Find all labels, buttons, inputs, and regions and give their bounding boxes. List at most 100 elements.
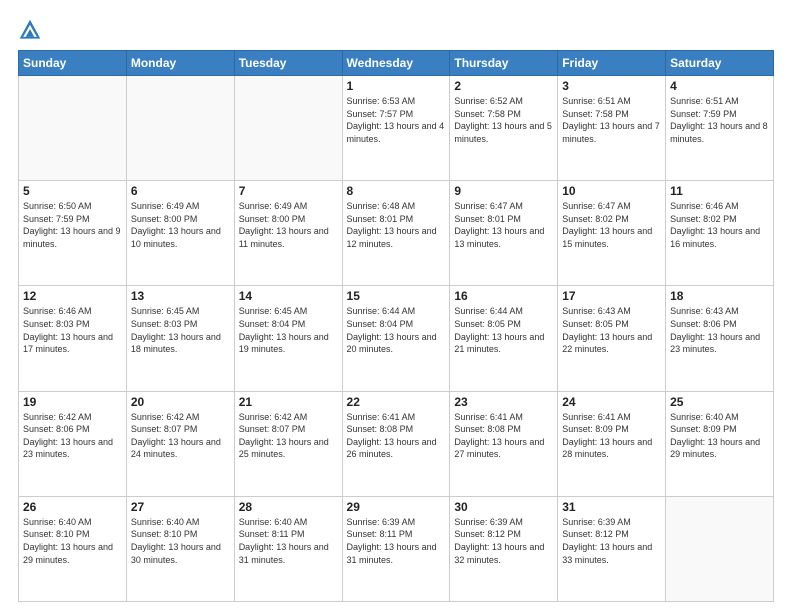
weekday-header-sunday: Sunday bbox=[19, 51, 127, 76]
day-info: Sunrise: 6:48 AMSunset: 8:01 PMDaylight:… bbox=[347, 200, 446, 250]
day-number: 28 bbox=[239, 500, 338, 514]
header bbox=[18, 18, 774, 42]
day-number: 10 bbox=[562, 184, 661, 198]
day-number: 24 bbox=[562, 395, 661, 409]
weekday-header-tuesday: Tuesday bbox=[234, 51, 342, 76]
day-number: 31 bbox=[562, 500, 661, 514]
day-cell-6: 6 Sunrise: 6:49 AMSunset: 8:00 PMDaylight… bbox=[126, 181, 234, 286]
day-number: 16 bbox=[454, 289, 553, 303]
day-cell-5: 5 Sunrise: 6:50 AMSunset: 7:59 PMDaylight… bbox=[19, 181, 127, 286]
day-number: 20 bbox=[131, 395, 230, 409]
day-number: 18 bbox=[670, 289, 769, 303]
day-number: 3 bbox=[562, 79, 661, 93]
day-cell-7: 7Sunrise: 6:49 AMSunset: 8:00 PMDaylight… bbox=[234, 181, 342, 286]
day-cell-8: 8 Sunrise: 6:48 AMSunset: 8:01 PMDaylight… bbox=[342, 181, 450, 286]
day-number: 27 bbox=[131, 500, 230, 514]
day-info: Sunrise: 6:43 AMSunset: 8:05 PMDaylight:… bbox=[562, 305, 661, 355]
empty-cell bbox=[234, 76, 342, 181]
day-info: Sunrise: 6:41 AMSunset: 8:08 PMDaylight:… bbox=[454, 411, 553, 461]
week-row-5: 26 Sunrise: 6:40 AMSunset: 8:10 PMDayligh… bbox=[19, 496, 774, 601]
day-cell-27: 27 Sunrise: 6:40 AMSunset: 8:10 PMDayligh… bbox=[126, 496, 234, 601]
day-cell-3: 3 Sunrise: 6:51 AMSunset: 7:58 PMDaylight… bbox=[558, 76, 666, 181]
day-info: Sunrise: 6:47 AMSunset: 8:01 PMDaylight:… bbox=[454, 200, 553, 250]
day-cell-15: 15 Sunrise: 6:44 AMSunset: 8:04 PMDayligh… bbox=[342, 286, 450, 391]
day-number: 15 bbox=[347, 289, 446, 303]
day-number: 30 bbox=[454, 500, 553, 514]
day-info: Sunrise: 6:42 AMSunset: 8:07 PMDaylight:… bbox=[239, 411, 338, 461]
day-number: 8 bbox=[347, 184, 446, 198]
page: SundayMondayTuesdayWednesdayThursdayFrid… bbox=[0, 0, 792, 612]
day-info: Sunrise: 6:40 AMSunset: 8:10 PMDaylight:… bbox=[131, 516, 230, 566]
day-info: Sunrise: 6:39 AMSunset: 8:11 PMDaylight:… bbox=[347, 516, 446, 566]
day-cell-28: 28Sunrise: 6:40 AMSunset: 8:11 PMDayligh… bbox=[234, 496, 342, 601]
week-row-3: 12Sunrise: 6:46 AMSunset: 8:03 PMDayligh… bbox=[19, 286, 774, 391]
week-row-4: 19Sunrise: 6:42 AMSunset: 8:06 PMDayligh… bbox=[19, 391, 774, 496]
day-cell-19: 19Sunrise: 6:42 AMSunset: 8:06 PMDayligh… bbox=[19, 391, 127, 496]
day-info: Sunrise: 6:51 AMSunset: 7:59 PMDaylight:… bbox=[670, 95, 769, 145]
day-info: Sunrise: 6:40 AMSunset: 8:09 PMDaylight:… bbox=[670, 411, 769, 461]
calendar: SundayMondayTuesdayWednesdayThursdayFrid… bbox=[18, 50, 774, 602]
day-cell-24: 24 Sunrise: 6:41 AMSunset: 8:09 PMDayligh… bbox=[558, 391, 666, 496]
day-cell-29: 29 Sunrise: 6:39 AMSunset: 8:11 PMDayligh… bbox=[342, 496, 450, 601]
day-info: Sunrise: 6:49 AMSunset: 8:00 PMDaylight:… bbox=[239, 200, 338, 250]
day-info: Sunrise: 6:51 AMSunset: 7:58 PMDaylight:… bbox=[562, 95, 661, 145]
day-cell-31: 31 Sunrise: 6:39 AMSunset: 8:12 PMDayligh… bbox=[558, 496, 666, 601]
day-info: Sunrise: 6:45 AMSunset: 8:04 PMDaylight:… bbox=[239, 305, 338, 355]
day-number: 17 bbox=[562, 289, 661, 303]
day-number: 23 bbox=[454, 395, 553, 409]
day-number: 1 bbox=[347, 79, 446, 93]
day-number: 14 bbox=[239, 289, 338, 303]
day-info: Sunrise: 6:50 AMSunset: 7:59 PMDaylight:… bbox=[23, 200, 122, 250]
day-cell-18: 18 Sunrise: 6:43 AMSunset: 8:06 PMDayligh… bbox=[666, 286, 774, 391]
day-cell-1: 1 Sunrise: 6:53 AMSunset: 7:57 PMDaylight… bbox=[342, 76, 450, 181]
day-number: 21 bbox=[239, 395, 338, 409]
day-cell-11: 11 Sunrise: 6:46 AMSunset: 8:02 PMDayligh… bbox=[666, 181, 774, 286]
day-info: Sunrise: 6:46 AMSunset: 8:02 PMDaylight:… bbox=[670, 200, 769, 250]
day-number: 13 bbox=[131, 289, 230, 303]
day-cell-9: 9 Sunrise: 6:47 AMSunset: 8:01 PMDaylight… bbox=[450, 181, 558, 286]
day-cell-16: 16 Sunrise: 6:44 AMSunset: 8:05 PMDayligh… bbox=[450, 286, 558, 391]
week-row-1: 1 Sunrise: 6:53 AMSunset: 7:57 PMDaylight… bbox=[19, 76, 774, 181]
logo-icon bbox=[18, 18, 42, 42]
weekday-header-saturday: Saturday bbox=[666, 51, 774, 76]
weekday-header-wednesday: Wednesday bbox=[342, 51, 450, 76]
day-info: Sunrise: 6:39 AMSunset: 8:12 PMDaylight:… bbox=[454, 516, 553, 566]
day-number: 2 bbox=[454, 79, 553, 93]
day-cell-23: 23 Sunrise: 6:41 AMSunset: 8:08 PMDayligh… bbox=[450, 391, 558, 496]
day-number: 9 bbox=[454, 184, 553, 198]
day-cell-26: 26Sunrise: 6:40 AMSunset: 8:10 PMDayligh… bbox=[19, 496, 127, 601]
day-number: 6 bbox=[131, 184, 230, 198]
empty-cell bbox=[126, 76, 234, 181]
day-cell-4: 4Sunrise: 6:51 AMSunset: 7:59 PMDaylight… bbox=[666, 76, 774, 181]
week-row-2: 5 Sunrise: 6:50 AMSunset: 7:59 PMDaylight… bbox=[19, 181, 774, 286]
day-cell-10: 10Sunrise: 6:47 AMSunset: 8:02 PMDayligh… bbox=[558, 181, 666, 286]
day-cell-21: 21 Sunrise: 6:42 AMSunset: 8:07 PMDayligh… bbox=[234, 391, 342, 496]
weekday-header-monday: Monday bbox=[126, 51, 234, 76]
logo bbox=[18, 18, 46, 42]
day-number: 26 bbox=[23, 500, 122, 514]
day-info: Sunrise: 6:45 AMSunset: 8:03 PMDaylight:… bbox=[131, 305, 230, 355]
day-number: 11 bbox=[670, 184, 769, 198]
day-cell-20: 20 Sunrise: 6:42 AMSunset: 8:07 PMDayligh… bbox=[126, 391, 234, 496]
day-info: Sunrise: 6:44 AMSunset: 8:05 PMDaylight:… bbox=[454, 305, 553, 355]
day-cell-13: 13 Sunrise: 6:45 AMSunset: 8:03 PMDayligh… bbox=[126, 286, 234, 391]
day-info: Sunrise: 6:49 AMSunset: 8:00 PMDaylight:… bbox=[131, 200, 230, 250]
day-info: Sunrise: 6:52 AMSunset: 7:58 PMDaylight:… bbox=[454, 95, 553, 145]
day-number: 5 bbox=[23, 184, 122, 198]
day-info: Sunrise: 6:41 AMSunset: 8:09 PMDaylight:… bbox=[562, 411, 661, 461]
day-cell-2: 2 Sunrise: 6:52 AMSunset: 7:58 PMDaylight… bbox=[450, 76, 558, 181]
day-info: Sunrise: 6:43 AMSunset: 8:06 PMDaylight:… bbox=[670, 305, 769, 355]
day-cell-22: 22Sunrise: 6:41 AMSunset: 8:08 PMDayligh… bbox=[342, 391, 450, 496]
day-info: Sunrise: 6:39 AMSunset: 8:12 PMDaylight:… bbox=[562, 516, 661, 566]
weekday-header-row: SundayMondayTuesdayWednesdayThursdayFrid… bbox=[19, 51, 774, 76]
day-number: 22 bbox=[347, 395, 446, 409]
day-number: 25 bbox=[670, 395, 769, 409]
day-cell-17: 17 Sunrise: 6:43 AMSunset: 8:05 PMDayligh… bbox=[558, 286, 666, 391]
day-info: Sunrise: 6:53 AMSunset: 7:57 PMDaylight:… bbox=[347, 95, 446, 145]
day-number: 29 bbox=[347, 500, 446, 514]
day-info: Sunrise: 6:44 AMSunset: 8:04 PMDaylight:… bbox=[347, 305, 446, 355]
weekday-header-thursday: Thursday bbox=[450, 51, 558, 76]
day-info: Sunrise: 6:42 AMSunset: 8:07 PMDaylight:… bbox=[131, 411, 230, 461]
day-info: Sunrise: 6:42 AMSunset: 8:06 PMDaylight:… bbox=[23, 411, 122, 461]
day-info: Sunrise: 6:46 AMSunset: 8:03 PMDaylight:… bbox=[23, 305, 122, 355]
